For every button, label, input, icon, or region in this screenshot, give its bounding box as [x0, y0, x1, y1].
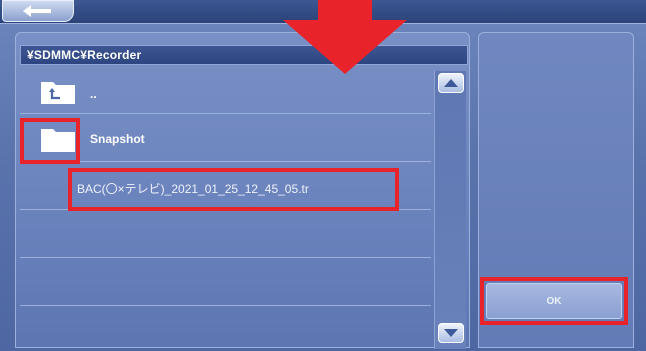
list-item-empty	[20, 258, 431, 306]
parent-folder-icon	[40, 77, 76, 105]
scroll-up-icon	[444, 79, 458, 87]
back-arrow-icon	[23, 5, 51, 17]
snapshot-folder-label: Snapshot	[90, 132, 145, 146]
highlight-file-box	[68, 168, 399, 211]
highlight-ok-box	[480, 277, 628, 325]
list-item-empty	[20, 306, 431, 346]
scroll-down-button[interactable]	[438, 323, 464, 343]
list-item-snapshot[interactable]: Snapshot	[20, 114, 431, 162]
list-item-empty	[20, 210, 431, 258]
scroll-up-button[interactable]	[438, 73, 464, 93]
scrollbar[interactable]	[434, 71, 466, 349]
red-down-arrow-icon	[283, 0, 407, 74]
parent-folder-label: ..	[90, 87, 97, 101]
back-button[interactable]	[2, 0, 74, 22]
scroll-down-icon	[444, 329, 458, 337]
highlight-folder-icon-box	[20, 118, 80, 164]
